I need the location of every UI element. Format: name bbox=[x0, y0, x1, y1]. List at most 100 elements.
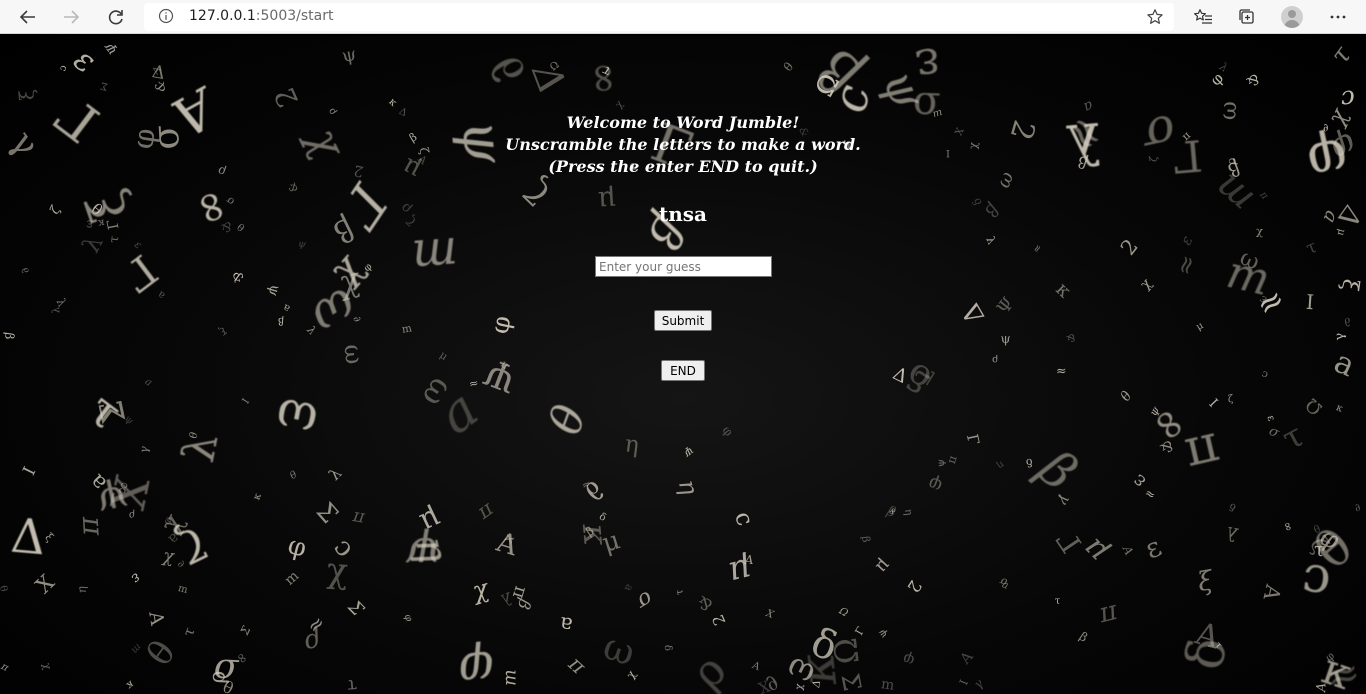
url-text: 127.0.0.1:5003/start bbox=[189, 8, 333, 24]
background-glyph: ∞ bbox=[1279, 519, 1297, 534]
background-glyph: Γ bbox=[328, 173, 399, 238]
background-glyph: m bbox=[401, 321, 414, 336]
profile-avatar[interactable] bbox=[1281, 6, 1303, 28]
background-glyph: & bbox=[694, 592, 717, 616]
background-glyph: π bbox=[351, 507, 367, 529]
background-glyph: a bbox=[621, 582, 637, 594]
background-glyph: m bbox=[128, 641, 144, 656]
guess-input[interactable] bbox=[595, 256, 772, 277]
background-glyph: ξ bbox=[1195, 566, 1215, 599]
favorites-icon[interactable] bbox=[1189, 4, 1217, 30]
background-glyph: ∂ bbox=[576, 473, 614, 508]
background-glyph: η bbox=[995, 458, 1007, 471]
background-glyph: τ bbox=[599, 62, 614, 81]
welcome-message: Welcome to Word Jumble! Unscramble the l… bbox=[383, 112, 983, 178]
background-glyph: μ bbox=[871, 554, 895, 578]
background-glyph: ω bbox=[83, 219, 96, 229]
background-glyph: ≈ bbox=[1320, 646, 1365, 694]
background-glyph: ζ bbox=[169, 515, 213, 572]
collections-icon[interactable] bbox=[1233, 4, 1261, 30]
background-glyph: χ bbox=[1321, 103, 1354, 129]
background-glyph: Γ bbox=[1049, 523, 1088, 559]
background-glyph: β bbox=[1028, 439, 1089, 502]
background-glyph: θ bbox=[780, 58, 796, 74]
background-glyph: β bbox=[1075, 151, 1090, 173]
background-glyph: φ bbox=[899, 649, 917, 672]
background-glyph: A bbox=[1258, 582, 1286, 603]
background-glyph: κ bbox=[97, 217, 106, 229]
background-glyph: A bbox=[1312, 682, 1329, 692]
back-arrow-icon[interactable] bbox=[14, 4, 42, 30]
background-glyph: λ bbox=[1063, 108, 1105, 177]
address-bar[interactable]: 127.0.0.1:5003/start bbox=[144, 3, 1174, 31]
background-glyph: m bbox=[177, 582, 189, 596]
background-glyph: τ bbox=[180, 625, 199, 639]
background-glyph: τ bbox=[673, 588, 687, 597]
background-glyph: β bbox=[884, 503, 899, 522]
background-glyph: λ bbox=[172, 429, 229, 467]
background-glyph: η bbox=[622, 430, 641, 460]
background-glyph: δ bbox=[597, 511, 608, 525]
background-glyph: τ bbox=[346, 674, 358, 694]
background-glyph: β bbox=[277, 314, 285, 327]
background-glyph: Ψ bbox=[478, 348, 524, 401]
avatar-body bbox=[1284, 20, 1300, 28]
background-glyph: X bbox=[30, 570, 60, 600]
submit-button[interactable]: Submit bbox=[654, 310, 712, 331]
background-glyph: ω bbox=[414, 370, 461, 414]
background-glyph: κ bbox=[386, 96, 399, 109]
background-glyph: κ bbox=[124, 677, 137, 691]
background-glyph: χ bbox=[612, 99, 626, 111]
background-glyph: X bbox=[98, 471, 159, 515]
background-glyph: ψ bbox=[405, 526, 443, 582]
background-glyph: ≈ bbox=[1248, 278, 1293, 326]
background-glyph: χ bbox=[330, 253, 382, 302]
background-glyph: χ bbox=[1255, 227, 1263, 241]
background-glyph: λ bbox=[325, 464, 346, 484]
game-page: τ Ψλ π ξ κ ξ ζ τ θ χ λ a Aθ Δψ τ & χ τ ψ π β Σλ τ c μ m ∞ A Xγ Γ Δm 2 τ ζ… bbox=[0, 36, 1366, 694]
background-glyph: I bbox=[1304, 289, 1315, 314]
background-glyph: ρ bbox=[215, 163, 228, 181]
background-glyph: m bbox=[410, 226, 460, 286]
welcome-line-3: (Press the enter END to quit.) bbox=[548, 157, 818, 176]
background-glyph: φ bbox=[1315, 521, 1344, 557]
background-glyph: τ bbox=[1303, 236, 1321, 259]
background-glyph: ξ bbox=[216, 324, 229, 337]
background-glyph: θ bbox=[0, 583, 12, 592]
background-glyph: τ bbox=[1275, 416, 1310, 459]
background-glyph: θ bbox=[538, 398, 596, 441]
background-glyph: τ bbox=[78, 381, 132, 440]
background-glyph: π bbox=[498, 358, 511, 372]
background-glyph: τ bbox=[906, 359, 947, 394]
background-glyph: a bbox=[1328, 343, 1361, 385]
avatar-head bbox=[1288, 10, 1296, 18]
background-glyph: ≈ bbox=[1054, 103, 1116, 164]
background-glyph: m bbox=[1205, 164, 1263, 222]
background-glyph: ∂ bbox=[759, 669, 785, 694]
background-glyph: c bbox=[1298, 551, 1334, 614]
background-glyph: δ bbox=[1227, 499, 1238, 513]
background-glyph: Σ bbox=[310, 496, 344, 529]
background-glyph: X bbox=[764, 608, 776, 622]
info-icon[interactable] bbox=[158, 8, 174, 24]
background-glyph: σ bbox=[222, 193, 237, 209]
background-glyph: φ bbox=[161, 514, 175, 528]
background-glyph: ε bbox=[1257, 292, 1269, 307]
background-glyph: ψ bbox=[297, 238, 307, 250]
refresh-icon[interactable] bbox=[102, 4, 130, 30]
end-button[interactable]: END bbox=[661, 360, 705, 381]
background-glyph: 2 bbox=[351, 160, 365, 181]
forward-arrow-icon[interactable] bbox=[57, 4, 85, 30]
more-menu-icon[interactable] bbox=[1324, 4, 1352, 30]
background-glyph: Σ bbox=[835, 670, 868, 693]
background-glyph: ψ bbox=[91, 474, 134, 529]
background-glyph: δ bbox=[899, 353, 939, 402]
background-glyph: π bbox=[563, 651, 590, 679]
star-icon[interactable] bbox=[1146, 8, 1164, 26]
background-glyph: η bbox=[902, 508, 915, 516]
background-glyph: μ bbox=[414, 501, 447, 541]
background-glyph: γ bbox=[970, 676, 987, 692]
background-glyph: χ bbox=[624, 668, 639, 681]
background-glyph: γ bbox=[136, 445, 151, 453]
background-glyph: θ bbox=[236, 220, 248, 234]
